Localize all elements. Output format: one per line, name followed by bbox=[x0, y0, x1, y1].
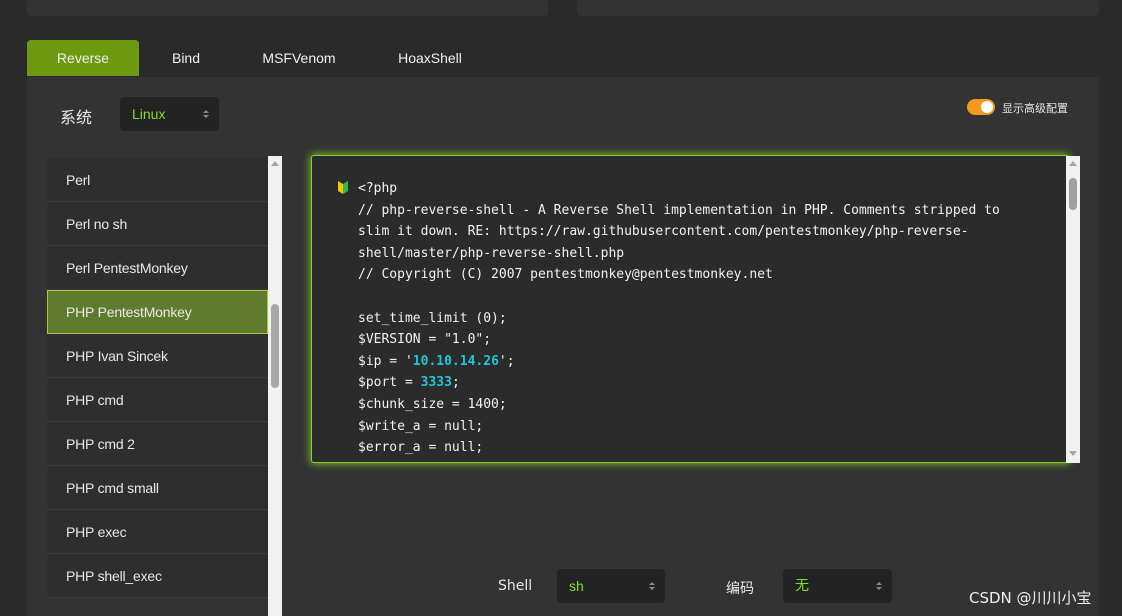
code-line: $write_a = null; bbox=[358, 418, 484, 434]
shell-label: Shell bbox=[498, 578, 533, 594]
tab-hoaxshell[interactable]: HoaxShell bbox=[380, 40, 480, 76]
leaf-badge-icon bbox=[338, 181, 348, 194]
os-select[interactable]: Linux bbox=[120, 97, 219, 131]
encoding-label: 编码 bbox=[726, 581, 754, 597]
select-arrows-icon bbox=[649, 582, 655, 590]
code-line-ip: $ip = '10.10.14.26'; bbox=[358, 353, 515, 369]
encoding-select[interactable]: 无 bbox=[783, 569, 892, 603]
code-line: <?php bbox=[358, 181, 398, 196]
list-item[interactable]: PHP shell_exec bbox=[47, 554, 268, 598]
scroll-up-icon[interactable] bbox=[271, 161, 279, 166]
os-label: 系统 bbox=[60, 108, 93, 127]
scroll-down-icon[interactable] bbox=[1069, 451, 1077, 456]
os-select-value: Linux bbox=[132, 106, 166, 122]
shell-select-value: sh bbox=[569, 578, 584, 594]
scrollbar-thumb[interactable] bbox=[1069, 178, 1077, 210]
advanced-toggle[interactable] bbox=[967, 99, 995, 115]
tab-reverse[interactable]: Reverse bbox=[27, 40, 139, 76]
top-card-right bbox=[577, 0, 1099, 16]
list-item[interactable]: PHP cmd 2 bbox=[47, 422, 268, 466]
advanced-toggle-label: 显示高级配置 bbox=[1002, 102, 1068, 115]
list-item[interactable]: PHP exec bbox=[47, 510, 268, 554]
payload-list: Perl Perl no sh Perl PentestMonkey PHP P… bbox=[47, 158, 268, 616]
list-item[interactable]: Perl no sh bbox=[47, 202, 268, 246]
code-output[interactable]: <?php // php-reverse-shell - A Reverse S… bbox=[311, 155, 1069, 463]
shell-select[interactable]: sh bbox=[557, 569, 665, 603]
code-line: slim it down. RE: https://raw.githubuser… bbox=[358, 224, 969, 240]
tab-bind[interactable]: Bind bbox=[145, 40, 227, 76]
payload-list-scrollbar[interactable] bbox=[268, 156, 282, 616]
port-value: 3333 bbox=[420, 375, 452, 391]
list-item[interactable]: Perl bbox=[47, 158, 268, 202]
list-item-selected[interactable]: PHP PentestMonkey bbox=[47, 290, 268, 334]
top-card-left bbox=[27, 0, 548, 16]
code-line: $VERSION = "1.0"; bbox=[358, 332, 492, 348]
select-arrows-icon bbox=[203, 110, 209, 118]
code-line: set_time_limit (0); bbox=[358, 310, 507, 326]
code-scrollbar[interactable] bbox=[1066, 156, 1080, 463]
list-item[interactable]: PHP cmd bbox=[47, 378, 268, 422]
code-lines: <?php // php-reverse-shell - A Reverse S… bbox=[358, 178, 1008, 459]
select-arrows-icon bbox=[876, 582, 882, 590]
code-line: // php-reverse-shell - A Reverse Shell i… bbox=[358, 202, 1000, 218]
tab-msfvenom[interactable]: MSFVenom bbox=[245, 40, 353, 76]
list-item[interactable]: PHP cmd small bbox=[47, 466, 268, 510]
scrollbar-thumb[interactable] bbox=[271, 304, 279, 388]
list-item[interactable]: PHP Ivan Sincek bbox=[47, 334, 268, 378]
code-line: $error_a = null; bbox=[358, 440, 484, 456]
ip-value: 10.10.14.26 bbox=[412, 353, 499, 369]
toggle-knob bbox=[981, 101, 993, 113]
scroll-up-icon[interactable] bbox=[1069, 161, 1077, 166]
encoding-select-value: 无 bbox=[795, 578, 809, 594]
watermark: CSDN @川川小宝 bbox=[969, 589, 1092, 607]
code-line: // Copyright (C) 2007 pentestmonkey@pent… bbox=[358, 267, 773, 283]
code-line: shell/master/php-reverse-shell.php bbox=[358, 245, 625, 261]
code-line: $chunk_size = 1400; bbox=[358, 396, 507, 412]
code-line-port: $port = 3333; bbox=[358, 375, 460, 391]
list-item[interactable]: Perl PentestMonkey bbox=[47, 246, 268, 290]
